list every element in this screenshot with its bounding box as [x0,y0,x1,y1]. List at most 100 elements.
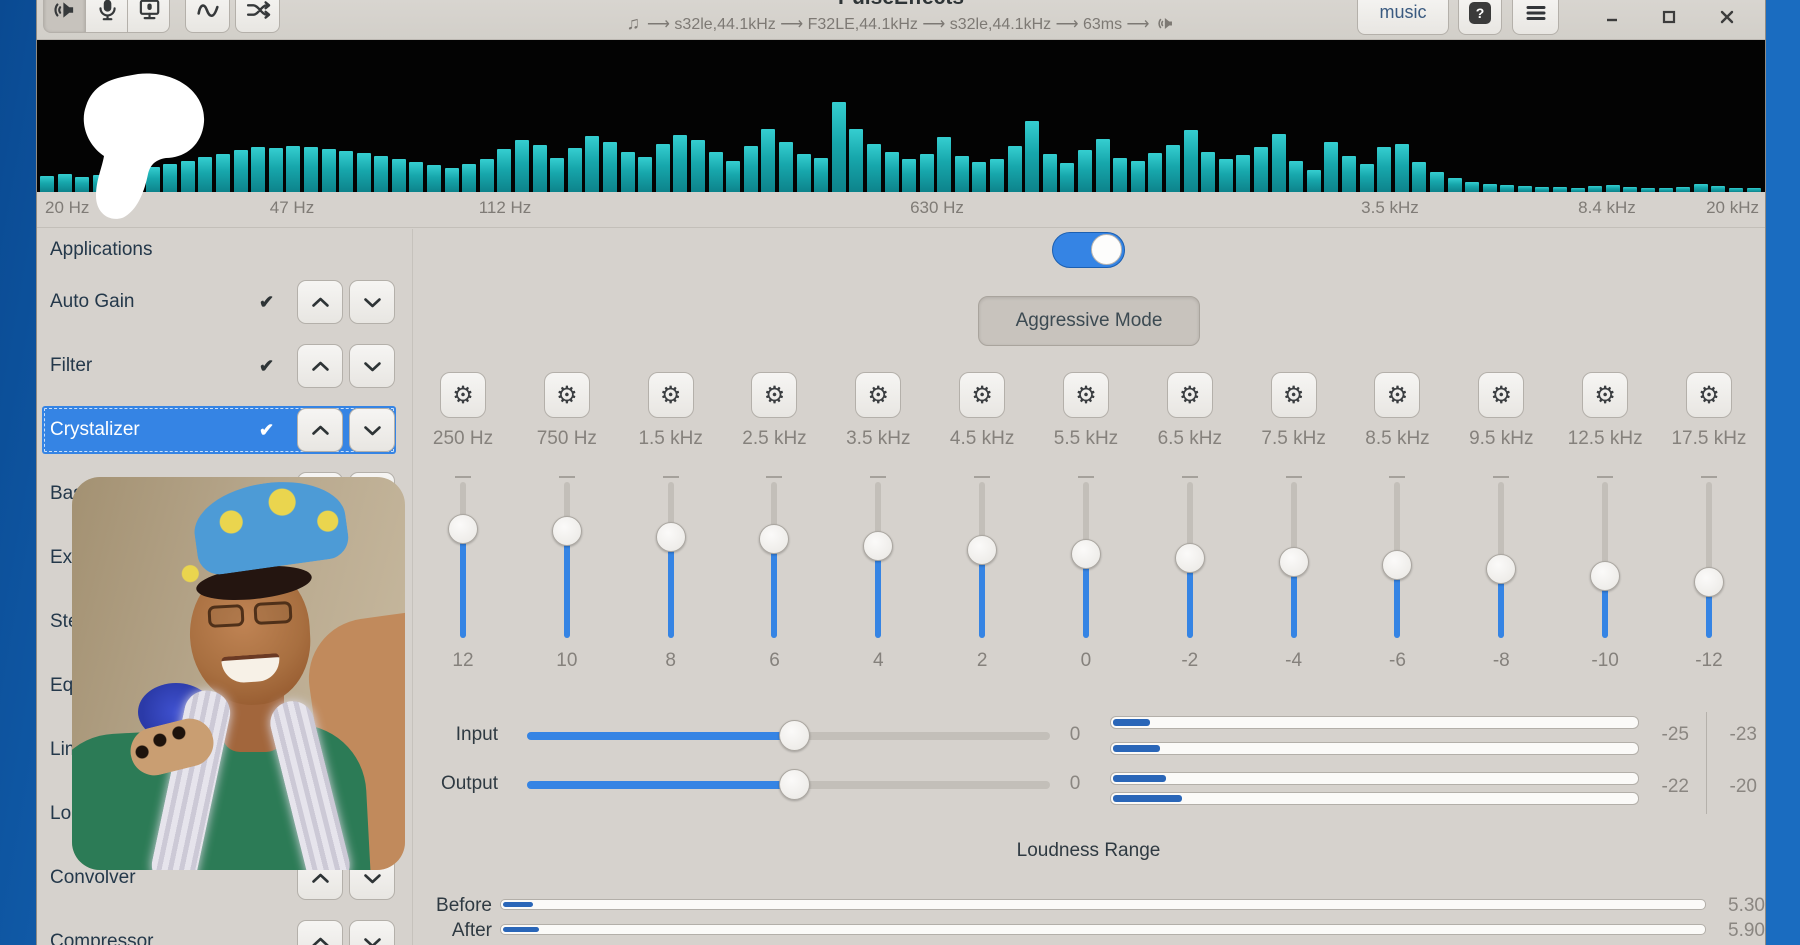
band-settings-button[interactable]: ⚙ [1478,372,1524,418]
test-signal-button[interactable] [127,0,170,33]
band-slider-thumb[interactable] [656,522,686,552]
band-frequency-label: 8.5 kHz [1345,428,1449,450]
spectrum-bar [462,164,476,192]
hamburger-icon [1526,5,1546,21]
slider-thumb[interactable] [779,769,810,800]
band-settings-button[interactable]: ⚙ [1167,372,1213,418]
output-level-right: -20 [1705,776,1757,798]
move-down-button[interactable] [349,408,395,452]
band-slider-thumb[interactable] [1694,567,1724,597]
band-frequency-label: 3.5 kHz [826,428,930,450]
move-down-button[interactable] [349,344,395,388]
band-slider-thumb[interactable] [967,535,997,565]
spectrum-bar [638,157,652,192]
band-settings-button[interactable]: ⚙ [1063,372,1109,418]
enabled-check-icon: ✔ [259,342,274,390]
sine-wave-button[interactable] [185,0,230,33]
band-slider-thumb[interactable] [1590,561,1620,591]
slider-tick [559,476,575,478]
band-slider-thumb[interactable] [1486,554,1516,584]
band-slider-thumb[interactable] [1382,550,1412,580]
spectrum-bar [1694,184,1708,192]
preset-button[interactable]: music [1357,0,1449,35]
band-slider-thumb[interactable] [1071,539,1101,569]
close-button[interactable] [1715,5,1739,29]
microphone-input-button[interactable] [85,0,128,33]
spectrum-bar [497,149,511,192]
band-settings-button[interactable]: ⚙ [959,372,1005,418]
band-slider-thumb[interactable] [448,514,478,544]
sidebar-item-crystalizer[interactable]: Crystalizer✔ [42,406,396,454]
maximize-button[interactable] [1657,5,1681,29]
band-slider-fill [564,531,570,638]
move-up-button[interactable] [297,920,343,945]
band-slider-thumb[interactable] [1175,543,1205,573]
speaker-output-button[interactable] [43,0,86,33]
shuffle-button[interactable] [235,0,280,33]
band-slider-thumb[interactable] [759,524,789,554]
band-250-hz: ⚙250 Hz12 [411,372,515,692]
spectrum-analyzer [37,40,1765,192]
input-level-left: -25 [1637,724,1689,746]
axis-label: 8.4 kHz [1578,198,1636,218]
band-settings-button[interactable]: ⚙ [648,372,694,418]
band-frequency-label: 6.5 kHz [1138,428,1242,450]
move-up-button[interactable] [297,280,343,324]
maximize-icon [1661,9,1677,25]
band-slider-thumb[interactable] [552,516,582,546]
spectrum-bar [1096,139,1110,192]
band-settings-button[interactable]: ⚙ [440,372,486,418]
band-intensity-value: -12 [1657,650,1761,672]
microphone-icon [94,0,120,23]
slider-tick [1493,476,1509,478]
spectrum-bar [885,152,899,192]
band-9.5-khz: ⚙9.5 kHz-8 [1449,372,1553,692]
crystalizer-enable-toggle[interactable] [1052,232,1125,268]
band-frequency-label: 12.5 kHz [1553,428,1657,450]
menu-button[interactable] [1512,0,1559,35]
spectrum-bar [709,152,723,192]
band-6.5-khz: ⚙6.5 kHz-2 [1138,372,1242,692]
level-meter [1110,716,1639,729]
toggle-knob [1091,234,1122,265]
slider-fill [527,732,794,740]
move-down-button[interactable] [349,280,395,324]
band-intensity-value: -10 [1553,650,1657,672]
band-frequency-label: 750 Hz [515,428,619,450]
band-settings-button[interactable]: ⚙ [855,372,901,418]
minimize-button[interactable] [1600,5,1624,29]
band-frequency-label: 4.5 kHz [930,428,1034,450]
band-settings-button[interactable]: ⚙ [1686,372,1732,418]
band-settings-button[interactable]: ⚙ [544,372,590,418]
band-settings-button[interactable]: ⚙ [751,372,797,418]
slider-tick [1182,476,1198,478]
help-button[interactable]: ? [1458,0,1502,35]
band-settings-button[interactable]: ⚙ [1374,372,1420,418]
band-settings-button[interactable]: ⚙ [1271,372,1317,418]
input-gain-slider[interactable] [527,720,1050,752]
band-3.5-khz: ⚙3.5 kHz4 [826,372,930,692]
spectrum-bar [550,158,564,192]
speaker-icon [52,0,78,23]
output-level-left: -22 [1637,776,1689,798]
music-note-icon: ♫ [627,13,641,34]
sidebar-item-applications[interactable]: Applications [42,226,396,274]
spectrum-bar [568,148,582,192]
move-up-button[interactable] [297,408,343,452]
sidebar-item-filter[interactable]: Filter✔ [42,342,396,390]
slider-thumb[interactable] [779,720,810,751]
level-meter [1110,792,1639,805]
slider-fill [527,781,794,789]
move-down-button[interactable] [349,920,395,945]
band-slider-thumb[interactable] [863,531,893,561]
band-frequency-label: 250 Hz [411,428,515,450]
band-slider-thumb[interactable] [1279,547,1309,577]
output-gain-slider[interactable] [527,769,1050,801]
sidebar-item-auto-gain[interactable]: Auto Gain✔ [42,278,396,326]
aggressive-mode-button[interactable]: Aggressive Mode [978,296,1200,346]
speaker-small-icon [1156,14,1175,33]
move-up-button[interactable] [297,344,343,388]
sidebar-item-compressor[interactable]: Compressor [42,918,396,945]
band-settings-button[interactable]: ⚙ [1582,372,1628,418]
band-frequency-label: 17.5 kHz [1657,428,1761,450]
